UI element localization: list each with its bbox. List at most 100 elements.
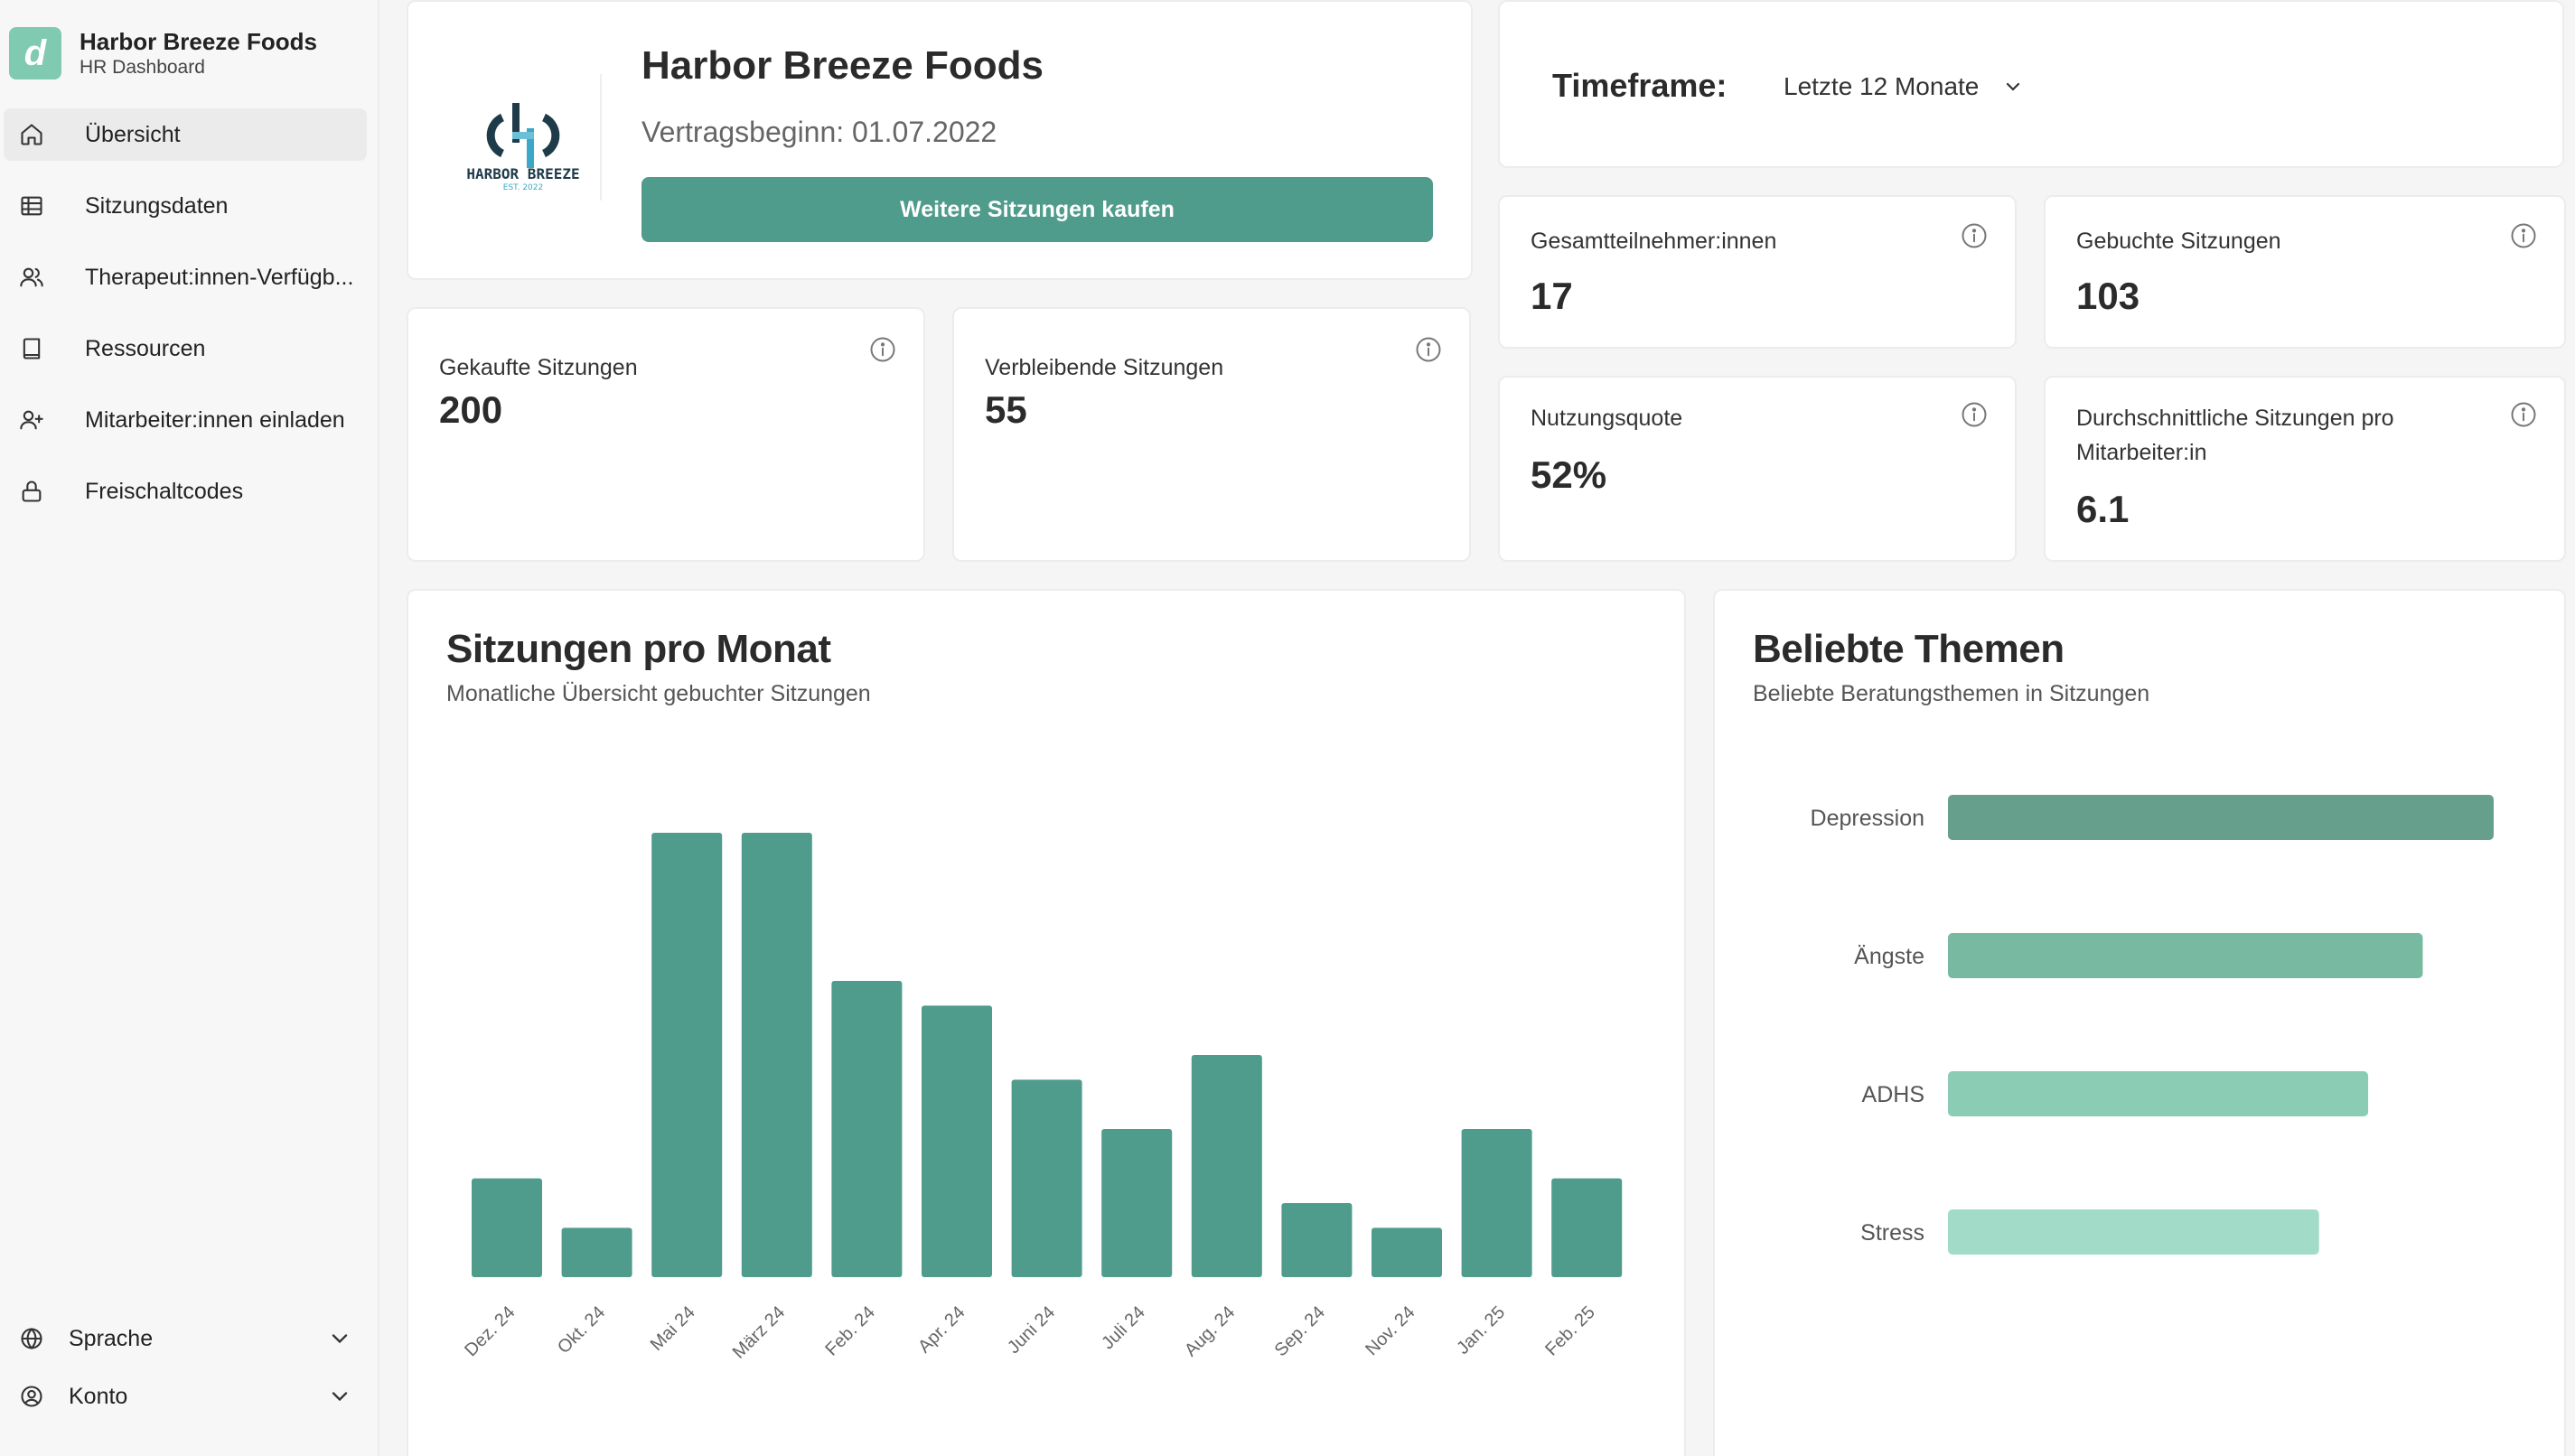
info-icon[interactable] [2510, 222, 2537, 249]
account-icon [16, 1381, 47, 1412]
users-icon [16, 262, 47, 293]
globe-icon [16, 1323, 47, 1354]
timeframe-select[interactable]: Letzte 12 Monate [1784, 61, 2024, 112]
brand-name: Harbor Breeze Foods [80, 28, 317, 55]
chevron-down-icon [2007, 82, 2020, 91]
bar-Juni 24[interactable] [1011, 1079, 1082, 1277]
sidebar-item-invite-employees[interactable]: Mitarbeiter:innen einladen [4, 394, 367, 446]
sidebar-item-unlock-codes[interactable]: Freischaltcodes [4, 465, 367, 518]
stat-value: 17 [1531, 275, 1573, 317]
info-icon[interactable] [1415, 336, 1442, 363]
stat-value: 103 [2076, 275, 2140, 317]
topics-chart-card: Beliebte Themen Beliebte Beratungsthemen… [1713, 589, 2566, 1456]
stat-value: 55 [985, 388, 1027, 431]
account-label: Konto [69, 1383, 128, 1409]
stat-label: Gekaufte Sitzungen [439, 355, 638, 380]
contract-start: Vertragsbeginn: 01.07.2022 [641, 116, 997, 148]
company-logo: HARBOR BREEZE EST. 2022 [466, 103, 580, 191]
stat-value: 200 [439, 388, 503, 431]
sessions-bar-chart: Dez. 24 Okt. 24 Mai 24 März 24 Feb. 24 Apr. 2… [461, 833, 1623, 1363]
x-tick-label: Mai 24 [647, 1302, 699, 1355]
info-icon[interactable] [2510, 401, 2537, 428]
stat-card-booked: Gebuchte Sitzungen 103 [2044, 195, 2566, 349]
x-tick-label: Feb. 24 [821, 1302, 879, 1360]
stat-label: Gesamtteilnehmer:innen [1531, 229, 1777, 254]
info-icon[interactable] [1961, 222, 1988, 249]
topics-bar-chart: Depression Ängste ADHS Stress [1811, 795, 2494, 1255]
bar-Dez. 24[interactable] [472, 1178, 542, 1277]
topic-bar-Ängste[interactable] [1948, 933, 2423, 978]
bar-Nov. 24[interactable] [1372, 1227, 1442, 1277]
bar-März 24[interactable] [741, 833, 812, 1277]
bar-Mai 24[interactable] [651, 833, 723, 1277]
stat-label: Verbleibende Sitzungen [985, 355, 1224, 380]
stat-label: Nutzungsquote [1531, 406, 1683, 431]
sidebar: d Harbor Breeze Foods HR Dashboard Übers… [0, 0, 379, 1456]
stat-label: Gebuchte Sitzungen [2076, 229, 2281, 254]
timeframe-card: Timeframe: Letzte 12 Monate [1498, 0, 2564, 168]
stat-label-line: Durchschnittliche Sitzungen pro [2076, 406, 2394, 431]
x-tick-label: Juni 24 [1004, 1302, 1059, 1358]
company-card: HARBOR BREEZE EST. 2022 Harbor Breeze Fo… [407, 0, 1473, 280]
y-tick-label: Ängste [1854, 944, 1924, 969]
topic-bar-Depression[interactable] [1948, 795, 2494, 840]
stat-card-participants: Gesamtteilnehmer:innen 17 [1498, 195, 2017, 349]
book-icon [16, 333, 47, 364]
stat-label: Durchschnittliche Sitzungen pro Mitarbei… [2076, 401, 2394, 470]
chevron-down-icon [332, 1392, 348, 1402]
stat-value: 6.1 [2076, 488, 2130, 530]
sidebar-item-label: Mitarbeiter:innen einladen [85, 406, 345, 433]
x-tick-label: März 24 [729, 1302, 790, 1363]
sidebar-footer: Sprache Konto [0, 1310, 379, 1425]
stat-card-average: Durchschnittliche Sitzungen pro Mitarbei… [2044, 376, 2566, 562]
table-icon [16, 191, 47, 221]
chevron-down-icon [332, 1334, 348, 1344]
topic-bar-ADHS[interactable] [1948, 1071, 2369, 1116]
bar-Juli 24[interactable] [1101, 1129, 1173, 1277]
brand-subtitle: HR Dashboard [80, 57, 205, 78]
timeframe-value: Letzte 12 Monate [1784, 72, 1980, 100]
sidebar-item-label: Freischaltcodes [85, 478, 244, 504]
bar-Aug. 24[interactable] [1191, 1055, 1262, 1277]
info-icon[interactable] [1961, 401, 1988, 428]
topic-bar-Stress[interactable] [1948, 1209, 2319, 1255]
sessions-chart-card: Sitzungen pro Monat Monatliche Übersicht… [407, 589, 1686, 1456]
brand: d Harbor Breeze Foods HR Dashboard [9, 27, 317, 79]
logo-divider [600, 74, 602, 201]
sidebar-item-label: Sitzungsdaten [85, 192, 229, 219]
timeframe-label: Timeframe: [1552, 67, 1728, 104]
company-logo-text: HARBOR BREEZE [466, 165, 579, 182]
bar-Okt. 24[interactable] [561, 1227, 632, 1277]
sidebar-item-therapist-availability[interactable]: Therapeut:innen-Verfügb... [4, 251, 367, 303]
bar-Jan. 25[interactable] [1461, 1129, 1532, 1277]
stat-value: 52% [1531, 453, 1607, 496]
x-tick-label: Juli 24 [1098, 1302, 1148, 1353]
buy-sessions-button[interactable]: Weitere Sitzungen kaufen [641, 177, 1433, 242]
sidebar-item-session-data[interactable]: Sitzungsdaten [4, 180, 367, 232]
sidebar-item-label: Therapeut:innen-Verfügb... [85, 264, 354, 290]
home-icon [16, 119, 47, 150]
bar-Feb. 24[interactable] [831, 981, 903, 1277]
company-name: Harbor Breeze Foods [641, 43, 1044, 88]
sidebar-item-label: Übersicht [85, 121, 181, 147]
y-tick-label: Depression [1811, 806, 1924, 831]
account-menu[interactable]: Konto [4, 1367, 367, 1425]
sidebar-item-resources[interactable]: Ressourcen [4, 322, 367, 375]
stat-label-line: Mitarbeiter:in [2076, 440, 2207, 465]
user-plus-icon [16, 405, 47, 435]
y-tick-label: Stress [1860, 1220, 1924, 1246]
x-tick-label: Okt. 24 [554, 1302, 609, 1358]
stat-card-purchased: Gekaufte Sitzungen 200 [407, 307, 925, 562]
bar-Apr. 24[interactable] [922, 1005, 992, 1277]
company-logo-est: EST. 2022 [503, 183, 543, 191]
x-tick-label: Nov. 24 [1362, 1302, 1419, 1359]
bar-Feb. 25[interactable] [1551, 1178, 1623, 1277]
sidebar-item-overview[interactable]: Übersicht [4, 108, 367, 161]
x-tick-label: Apr. 24 [914, 1302, 969, 1357]
info-icon[interactable] [869, 336, 896, 363]
sidebar-nav: Übersicht Sitzungsdaten Therapeut:innen-… [0, 108, 379, 537]
language-menu[interactable]: Sprache [4, 1310, 367, 1367]
bar-Sep. 24[interactable] [1281, 1203, 1353, 1277]
x-tick-label: Dez. 24 [461, 1302, 519, 1360]
y-tick-label: ADHS [1862, 1082, 1924, 1107]
